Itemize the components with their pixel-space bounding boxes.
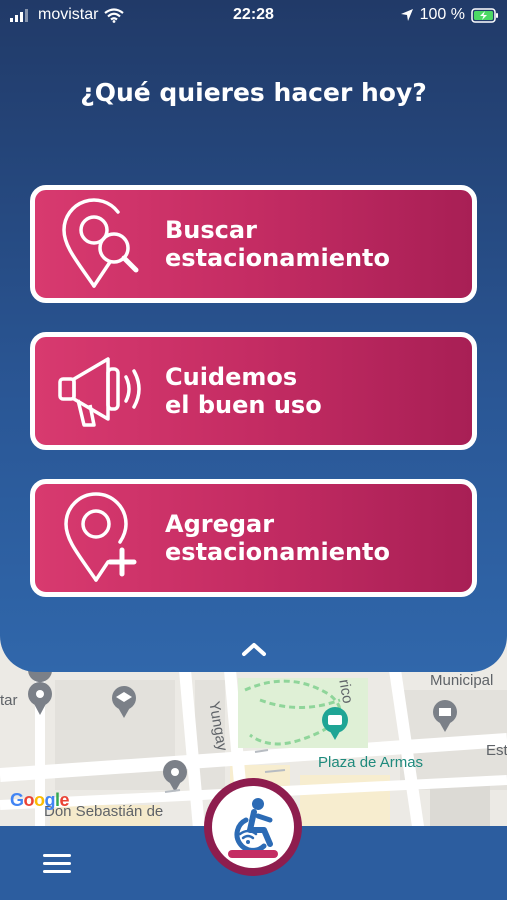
chevron-up-icon[interactable] xyxy=(236,636,272,662)
map-label-est: Est xyxy=(486,742,507,759)
map-label-plaza: Plaza de Armas xyxy=(318,754,424,771)
search-location-icon xyxy=(62,198,139,288)
search-parking-label-line1: Buscar xyxy=(165,216,257,244)
map-label-municipal: Municipal xyxy=(430,672,494,689)
add-location-icon xyxy=(64,492,137,582)
google-logo: Google xyxy=(10,790,70,810)
action-panel: movistar 22:28 100 % ¿Qué quieres hacer … xyxy=(0,0,507,672)
map-label-tar: tar xyxy=(0,692,18,709)
accessibility-button[interactable] xyxy=(204,778,302,876)
search-parking-label-line2: estacionamiento xyxy=(165,244,391,272)
add-parking-label-line2: estacionamiento xyxy=(165,538,391,566)
add-parking-button[interactable]: Agregar estacionamiento xyxy=(30,479,477,597)
battery-percent: 100 % xyxy=(419,6,465,23)
good-use-label-line1: Cuidemos xyxy=(165,363,298,391)
good-use-label-line2: el buen uso xyxy=(165,391,322,419)
status-bar: movistar 22:28 100 % xyxy=(0,0,507,32)
location-arrow-icon xyxy=(400,9,413,21)
hamburger-menu-icon[interactable] xyxy=(43,854,71,876)
page-title: ¿Qué quieres hacer hoy? xyxy=(80,78,427,107)
battery-charging-icon xyxy=(471,7,498,23)
search-parking-button[interactable]: Buscar estacionamiento xyxy=(30,185,477,303)
megaphone-icon xyxy=(58,357,141,427)
wheelchair-wifi-icon xyxy=(228,798,278,858)
add-parking-label-line1: Agregar xyxy=(165,510,275,538)
good-use-button[interactable]: Cuidemos el buen uso xyxy=(30,332,477,450)
